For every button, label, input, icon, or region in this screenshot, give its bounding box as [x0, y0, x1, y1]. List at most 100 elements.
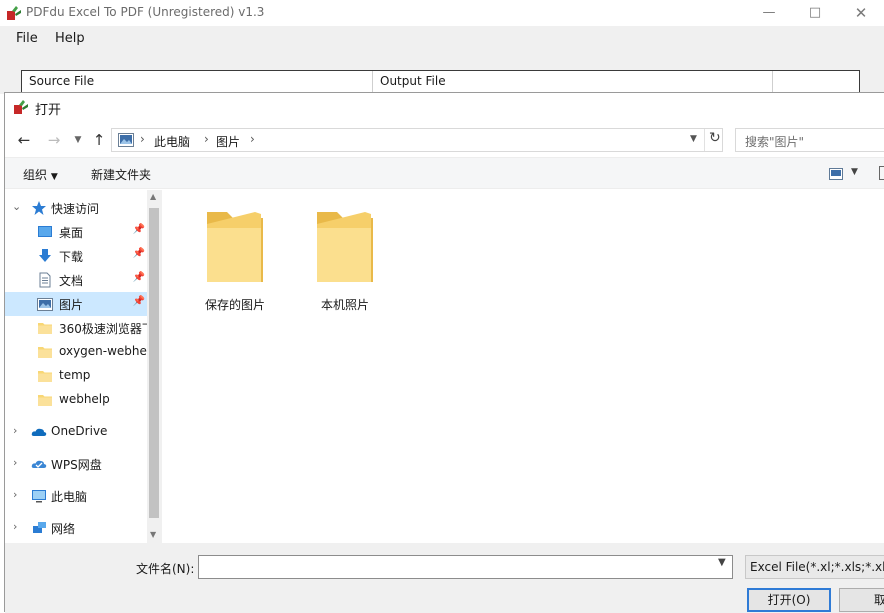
nav-item-label: temp [59, 368, 91, 382]
nav-item-label: 图片 [59, 298, 84, 312]
nav-item-onedrive[interactable]: › OneDrive [5, 420, 147, 444]
expanded-chevron-icon[interactable]: ⌄ [12, 200, 21, 213]
view-options-icon[interactable] [829, 168, 843, 180]
address-row: ← → ▼ ↑ › 此电脑 › 图片 › ▼ ↻ 搜索"图片" [5, 121, 884, 157]
download-icon [39, 249, 51, 262]
address-bar[interactable]: › 此电脑 › 图片 › ▼ ↻ [111, 128, 723, 152]
address-history-chevron-icon[interactable]: ▼ [690, 134, 697, 144]
nav-item-desktop[interactable]: 桌面 📌 [5, 220, 147, 244]
pin-icon[interactable]: 📌 [133, 296, 145, 307]
recent-locations-chevron-icon[interactable]: ▼ [67, 129, 89, 151]
folder-icon [38, 323, 52, 334]
nav-item-label: 网络 [51, 522, 76, 536]
main-titlebar: PDFdu Excel To PDF (Unregistered) v1.3 —… [0, 0, 884, 26]
folder-name: 保存的图片 [204, 298, 265, 312]
folder-name: 本机照片 [320, 298, 369, 312]
main-menubar: File Help [0, 26, 884, 52]
navigation-scrollbar[interactable]: ▲ ▼ [147, 190, 161, 543]
search-placeholder: 搜索"图片" [745, 135, 805, 149]
dialog-toolbar: 组织 ▼ 新建文件夹 ▼ [5, 157, 884, 189]
onedrive-icon [31, 428, 47, 436]
collapsed-chevron-icon[interactable]: › [13, 520, 17, 533]
nav-item-wps-cloud[interactable]: › WPS网盘 [5, 452, 147, 476]
minimize-button[interactable]: — [746, 0, 792, 26]
folder-icon [38, 371, 52, 382]
pin-icon[interactable]: 📌 [133, 272, 145, 283]
nav-item-label: 360极速浏览器下载 [59, 322, 147, 336]
menu-file[interactable]: File [16, 31, 38, 46]
nav-item-documents[interactable]: 文档 📌 [5, 268, 147, 292]
folder-item[interactable]: 保存的图片 [190, 200, 280, 320]
breadcrumb-this-pc[interactable]: 此电脑 [154, 133, 190, 150]
file-type-filter-select[interactable]: Excel File(*.xl;*.xls;*.xlsx;*.xlsm) [745, 555, 884, 579]
nav-item-pictures[interactable]: 图片 📌 [5, 292, 147, 316]
scroll-down-icon[interactable]: ▼ [150, 530, 156, 539]
dialog-bottom-bar: 文件名(N): ▼ Excel File(*.xl;*.xls;*.xlsx;*… [5, 543, 884, 613]
pin-icon[interactable]: 📌 [133, 248, 145, 259]
breadcrumb-separator-icon: › [250, 132, 255, 146]
file-grid-header: Source File Output File [21, 70, 860, 95]
close-button[interactable]: ✕ [838, 0, 884, 26]
search-input[interactable]: 搜索"图片" [735, 128, 884, 152]
wps-cloud-icon [31, 460, 47, 468]
view-chevron-down-icon[interactable]: ▼ [851, 167, 858, 177]
filename-input[interactable] [198, 555, 733, 579]
preview-pane-icon[interactable] [879, 166, 884, 180]
breadcrumb-pictures[interactable]: 图片 [216, 133, 240, 150]
column-source-file[interactable]: Source File [29, 74, 94, 88]
nav-quick-access[interactable]: ⌄ 快速访问 [5, 196, 147, 220]
maximize-button[interactable]: □ [792, 0, 838, 26]
collapsed-chevron-icon[interactable]: › [13, 424, 17, 437]
organize-button[interactable]: 组织 ▼ [23, 166, 58, 183]
address-divider [704, 129, 705, 151]
folder-icon [207, 212, 263, 282]
menu-help[interactable]: Help [55, 31, 85, 46]
computer-icon [32, 490, 46, 503]
nav-quick-access-label: 快速访问 [51, 202, 100, 216]
filename-label: 文件名(N): [136, 562, 195, 576]
collapsed-chevron-icon[interactable]: › [13, 456, 17, 469]
breadcrumb-separator-icon: › [204, 132, 209, 146]
breadcrumb-separator-icon: › [140, 132, 145, 146]
app-logo-icon [14, 100, 28, 114]
folder-icon [38, 395, 52, 406]
column-output-file[interactable]: Output File [380, 74, 446, 88]
nav-item-label: 文档 [59, 274, 84, 288]
nav-item-network[interactable]: › 网络 [5, 516, 147, 540]
pictures-location-icon [118, 133, 134, 147]
nav-item-label: 此电脑 [51, 490, 88, 504]
up-arrow-icon[interactable]: ↑ [88, 129, 110, 151]
open-file-dialog: 打开 ← → ▼ ↑ › 此电脑 › 图片 › ▼ ↻ 搜索"图片" 组织 ▼ … [4, 92, 884, 613]
new-folder-button[interactable]: 新建文件夹 [91, 166, 151, 183]
nav-item-label: 下载 [59, 250, 84, 264]
dialog-titlebar: 打开 [5, 93, 884, 121]
main-window-title: PDFdu Excel To PDF (Unregistered) v1.3 [26, 5, 265, 19]
nav-item-folder[interactable]: 360极速浏览器下载 [5, 316, 147, 340]
pictures-icon [37, 298, 53, 311]
organize-label: 组织 [23, 168, 48, 182]
folder-icon [317, 212, 373, 282]
nav-item-downloads[interactable]: 下载 📌 [5, 244, 147, 268]
file-list-area: 保存的图片 本机照片 [161, 190, 884, 543]
folder-item[interactable]: 本机照片 [300, 200, 390, 320]
nav-item-folder[interactable]: temp [5, 364, 147, 388]
nav-item-label: WPS网盘 [51, 458, 102, 472]
desktop-icon [38, 226, 52, 237]
scrollbar-thumb[interactable] [149, 208, 159, 518]
scroll-up-icon[interactable]: ▲ [150, 192, 156, 201]
refresh-icon[interactable]: ↻ [709, 130, 721, 146]
cancel-button[interactable]: 取消 [839, 588, 884, 612]
pin-icon[interactable]: 📌 [133, 224, 145, 235]
nav-item-folder[interactable]: oxygen-webhelp [5, 340, 147, 364]
collapsed-chevron-icon[interactable]: › [13, 488, 17, 501]
nav-item-folder[interactable]: webhelp [5, 388, 147, 412]
network-icon [33, 522, 46, 533]
back-arrow-icon[interactable]: ← [13, 129, 35, 151]
dialog-title: 打开 [35, 103, 62, 118]
open-button[interactable]: 打开(O) [747, 588, 831, 612]
forward-arrow-icon[interactable]: → [43, 129, 65, 151]
filename-history-chevron-icon[interactable]: ▼ [718, 557, 726, 568]
star-icon [32, 201, 46, 215]
nav-item-this-pc[interactable]: › 此电脑 [5, 484, 147, 508]
app-logo-icon [7, 6, 21, 20]
